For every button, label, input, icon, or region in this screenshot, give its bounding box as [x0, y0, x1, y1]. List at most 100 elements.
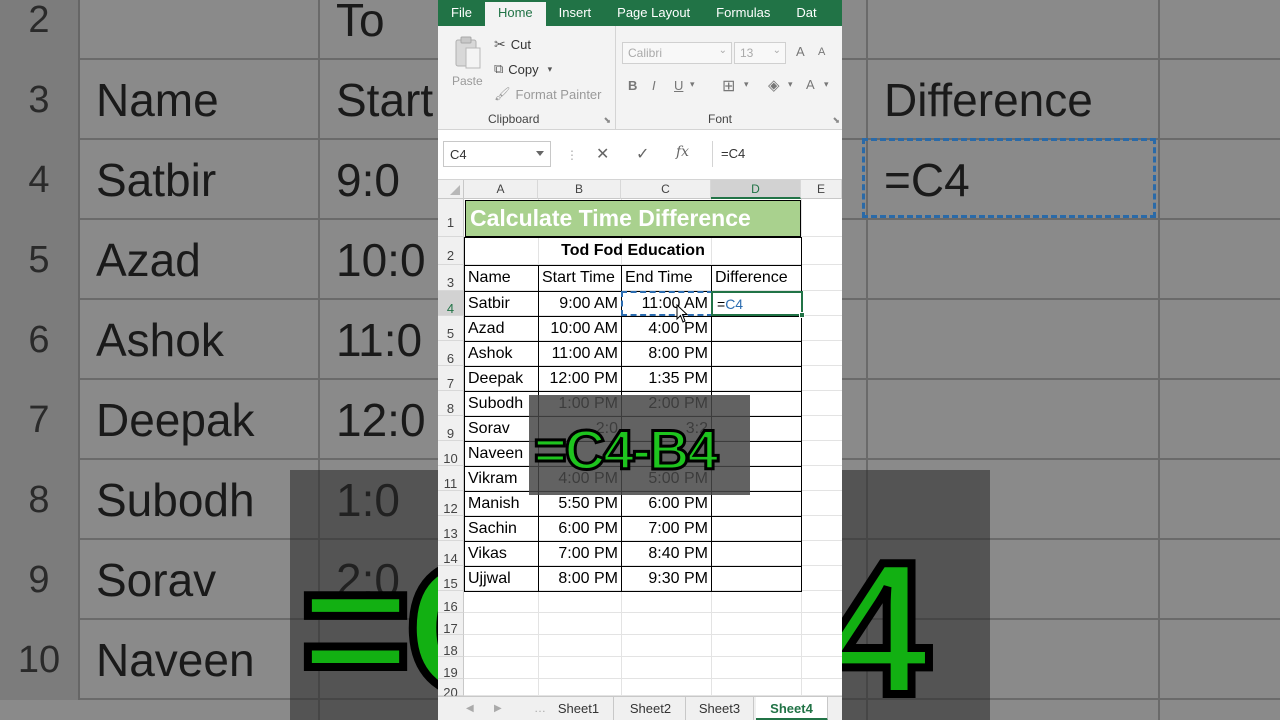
name-cell[interactable]: Ashok	[465, 341, 538, 366]
header-cell-name[interactable]: Name	[465, 265, 538, 291]
end-time-cell[interactable]: 9:30 PM	[622, 566, 711, 591]
underline-button[interactable]: U	[674, 78, 683, 93]
chevron-down-icon[interactable]: ▾	[788, 79, 793, 90]
name-cell[interactable]: Ujjwal	[465, 566, 538, 591]
row-header-11[interactable]: 11	[438, 466, 464, 491]
difference-cell[interactable]	[712, 541, 801, 566]
header-cell-difference[interactable]: Difference	[712, 265, 801, 291]
end-time-cell[interactable]: 7:00 PM	[622, 516, 711, 541]
row-header-4[interactable]: 4	[438, 291, 464, 316]
difference-cell[interactable]	[712, 566, 801, 591]
row-header-3[interactable]: 3	[438, 265, 464, 291]
name-cell[interactable]: Manish	[465, 491, 538, 516]
end-time-cell[interactable]: 8:00 PM	[622, 341, 711, 366]
italic-button[interactable]: I	[652, 78, 656, 93]
row-header-9[interactable]: 9	[438, 416, 464, 441]
tab-file[interactable]: File	[438, 2, 485, 26]
font-color-button[interactable]: A	[806, 77, 815, 92]
sheet-tab-sheet2[interactable]: Sheet2	[616, 697, 686, 720]
row-header-17[interactable]: 17	[438, 613, 464, 636]
chevron-down-icon[interactable]: ▾	[548, 64, 553, 75]
row-header-5[interactable]: 5	[438, 316, 464, 341]
font-name-select[interactable]: Calibri ⌄	[622, 42, 732, 64]
sheet-subtitle-cell[interactable]: Tod Fod Education	[465, 237, 801, 265]
header-cell-start-time[interactable]: Start Time	[539, 265, 621, 291]
paste-button[interactable]: Paste	[452, 74, 483, 88]
start-time-cell[interactable]: 12:00 PM	[539, 366, 621, 391]
row-header-10[interactable]: 10	[438, 441, 464, 466]
row-header-19[interactable]: 19	[438, 657, 464, 680]
end-time-cell[interactable]: 1:35 PM	[622, 366, 711, 391]
start-time-cell[interactable]: 9:00 AM	[539, 291, 621, 316]
font-size-select[interactable]: 13 ⌄	[734, 42, 786, 64]
row-header-6[interactable]: 6	[438, 341, 464, 366]
shrink-font-button[interactable]: A	[818, 46, 825, 58]
sheet-tab-sheet4[interactable]: Sheet4	[756, 697, 828, 720]
tab-home[interactable]: Home	[484, 2, 546, 26]
grow-font-button[interactable]: A	[796, 44, 805, 59]
chevron-down-icon[interactable]: ▾	[690, 79, 695, 90]
next-sheet-icon[interactable]: ▶	[494, 703, 502, 714]
sheet-title-cell[interactable]: Calculate Time Difference	[465, 200, 801, 237]
name-cell[interactable]: Sorav	[465, 416, 538, 441]
start-time-cell[interactable]: 10:00 AM	[539, 316, 621, 341]
name-cell[interactable]: Sachin	[465, 516, 538, 541]
fill-color-icon[interactable]: ◈	[768, 76, 780, 94]
tab-insert[interactable]: Insert	[546, 2, 605, 26]
prev-sheet-icon[interactable]: ◀	[466, 703, 474, 714]
name-cell[interactable]: Azad	[465, 316, 538, 341]
copy-button[interactable]: ⧉ Copy ▾	[494, 61, 552, 77]
row-header-1[interactable]: 1	[438, 199, 464, 237]
row-header-14[interactable]: 14	[438, 541, 464, 566]
dialog-launcher-icon[interactable]: ⬊	[832, 115, 840, 126]
difference-cell[interactable]	[712, 316, 801, 341]
name-cell[interactable]: Satbir	[465, 291, 538, 316]
paste-icon[interactable]	[454, 36, 482, 70]
row-header-7[interactable]: 7	[438, 366, 464, 391]
worksheet-grid[interactable]: A B C D E 1 2 3 4 5 6 7 8 9 10 11 12 13 14 15 16 17 18 19 20 Calc…	[438, 180, 842, 700]
insert-function-icon[interactable]: fx	[676, 144, 689, 160]
column-header-b[interactable]: B	[538, 180, 621, 199]
row-header-15[interactable]: 15	[438, 566, 464, 591]
row-header-2[interactable]: 2	[438, 237, 464, 265]
enter-icon[interactable]: ✓	[636, 144, 649, 164]
start-time-cell[interactable]: 7:00 PM	[539, 541, 621, 566]
format-painter-button[interactable]: 🖌 Format Painter	[494, 86, 602, 102]
column-header-d[interactable]: D	[711, 180, 801, 199]
row-header-12[interactable]: 12	[438, 491, 464, 516]
tab-page-layout[interactable]: Page Layout	[604, 2, 703, 26]
end-time-cell[interactable]: 4:00 PM	[622, 316, 711, 341]
row-header-8[interactable]: 8	[438, 391, 464, 416]
end-time-cell[interactable]: 8:40 PM	[622, 541, 711, 566]
start-time-cell[interactable]: 11:00 AM	[539, 341, 621, 366]
column-header-e[interactable]: E	[801, 180, 842, 199]
name-cell[interactable]: Vikram	[465, 466, 538, 491]
difference-cell[interactable]	[712, 366, 801, 391]
borders-icon[interactable]: ⊞	[722, 76, 735, 96]
difference-cell[interactable]	[712, 341, 801, 366]
name-cell[interactable]: Subodh	[465, 391, 538, 416]
row-header-20[interactable]: 20	[438, 679, 464, 700]
column-header-a[interactable]: A	[464, 180, 538, 199]
tab-dat[interactable]: Dat	[783, 2, 829, 26]
bold-button[interactable]: B	[628, 78, 637, 93]
dialog-launcher-icon[interactable]: ⬊	[603, 115, 611, 126]
sheet-tab-sheet1[interactable]: Sheet1	[544, 697, 614, 720]
chevron-down-icon[interactable]	[536, 151, 544, 156]
column-header-c[interactable]: C	[621, 180, 711, 199]
start-time-cell[interactable]: 6:00 PM	[539, 516, 621, 541]
cut-button[interactable]: ✂ Cut	[494, 36, 531, 53]
name-cell[interactable]: Vikas	[465, 541, 538, 566]
chevron-down-icon[interactable]: ▾	[824, 79, 829, 90]
sheet-tab-sheet3[interactable]: Sheet3	[686, 697, 754, 720]
chevron-down-icon[interactable]: ▾	[744, 79, 749, 90]
row-header-18[interactable]: 18	[438, 635, 464, 658]
start-time-cell[interactable]: 8:00 PM	[539, 566, 621, 591]
formula-input[interactable]: =C4	[712, 141, 842, 167]
name-cell[interactable]: Naveen	[465, 441, 538, 466]
name-box[interactable]: C4	[443, 141, 551, 167]
row-header-16[interactable]: 16	[438, 591, 464, 614]
select-all-button[interactable]	[438, 180, 464, 199]
cancel-icon[interactable]: ✕	[596, 144, 609, 164]
name-cell[interactable]: Deepak	[465, 366, 538, 391]
